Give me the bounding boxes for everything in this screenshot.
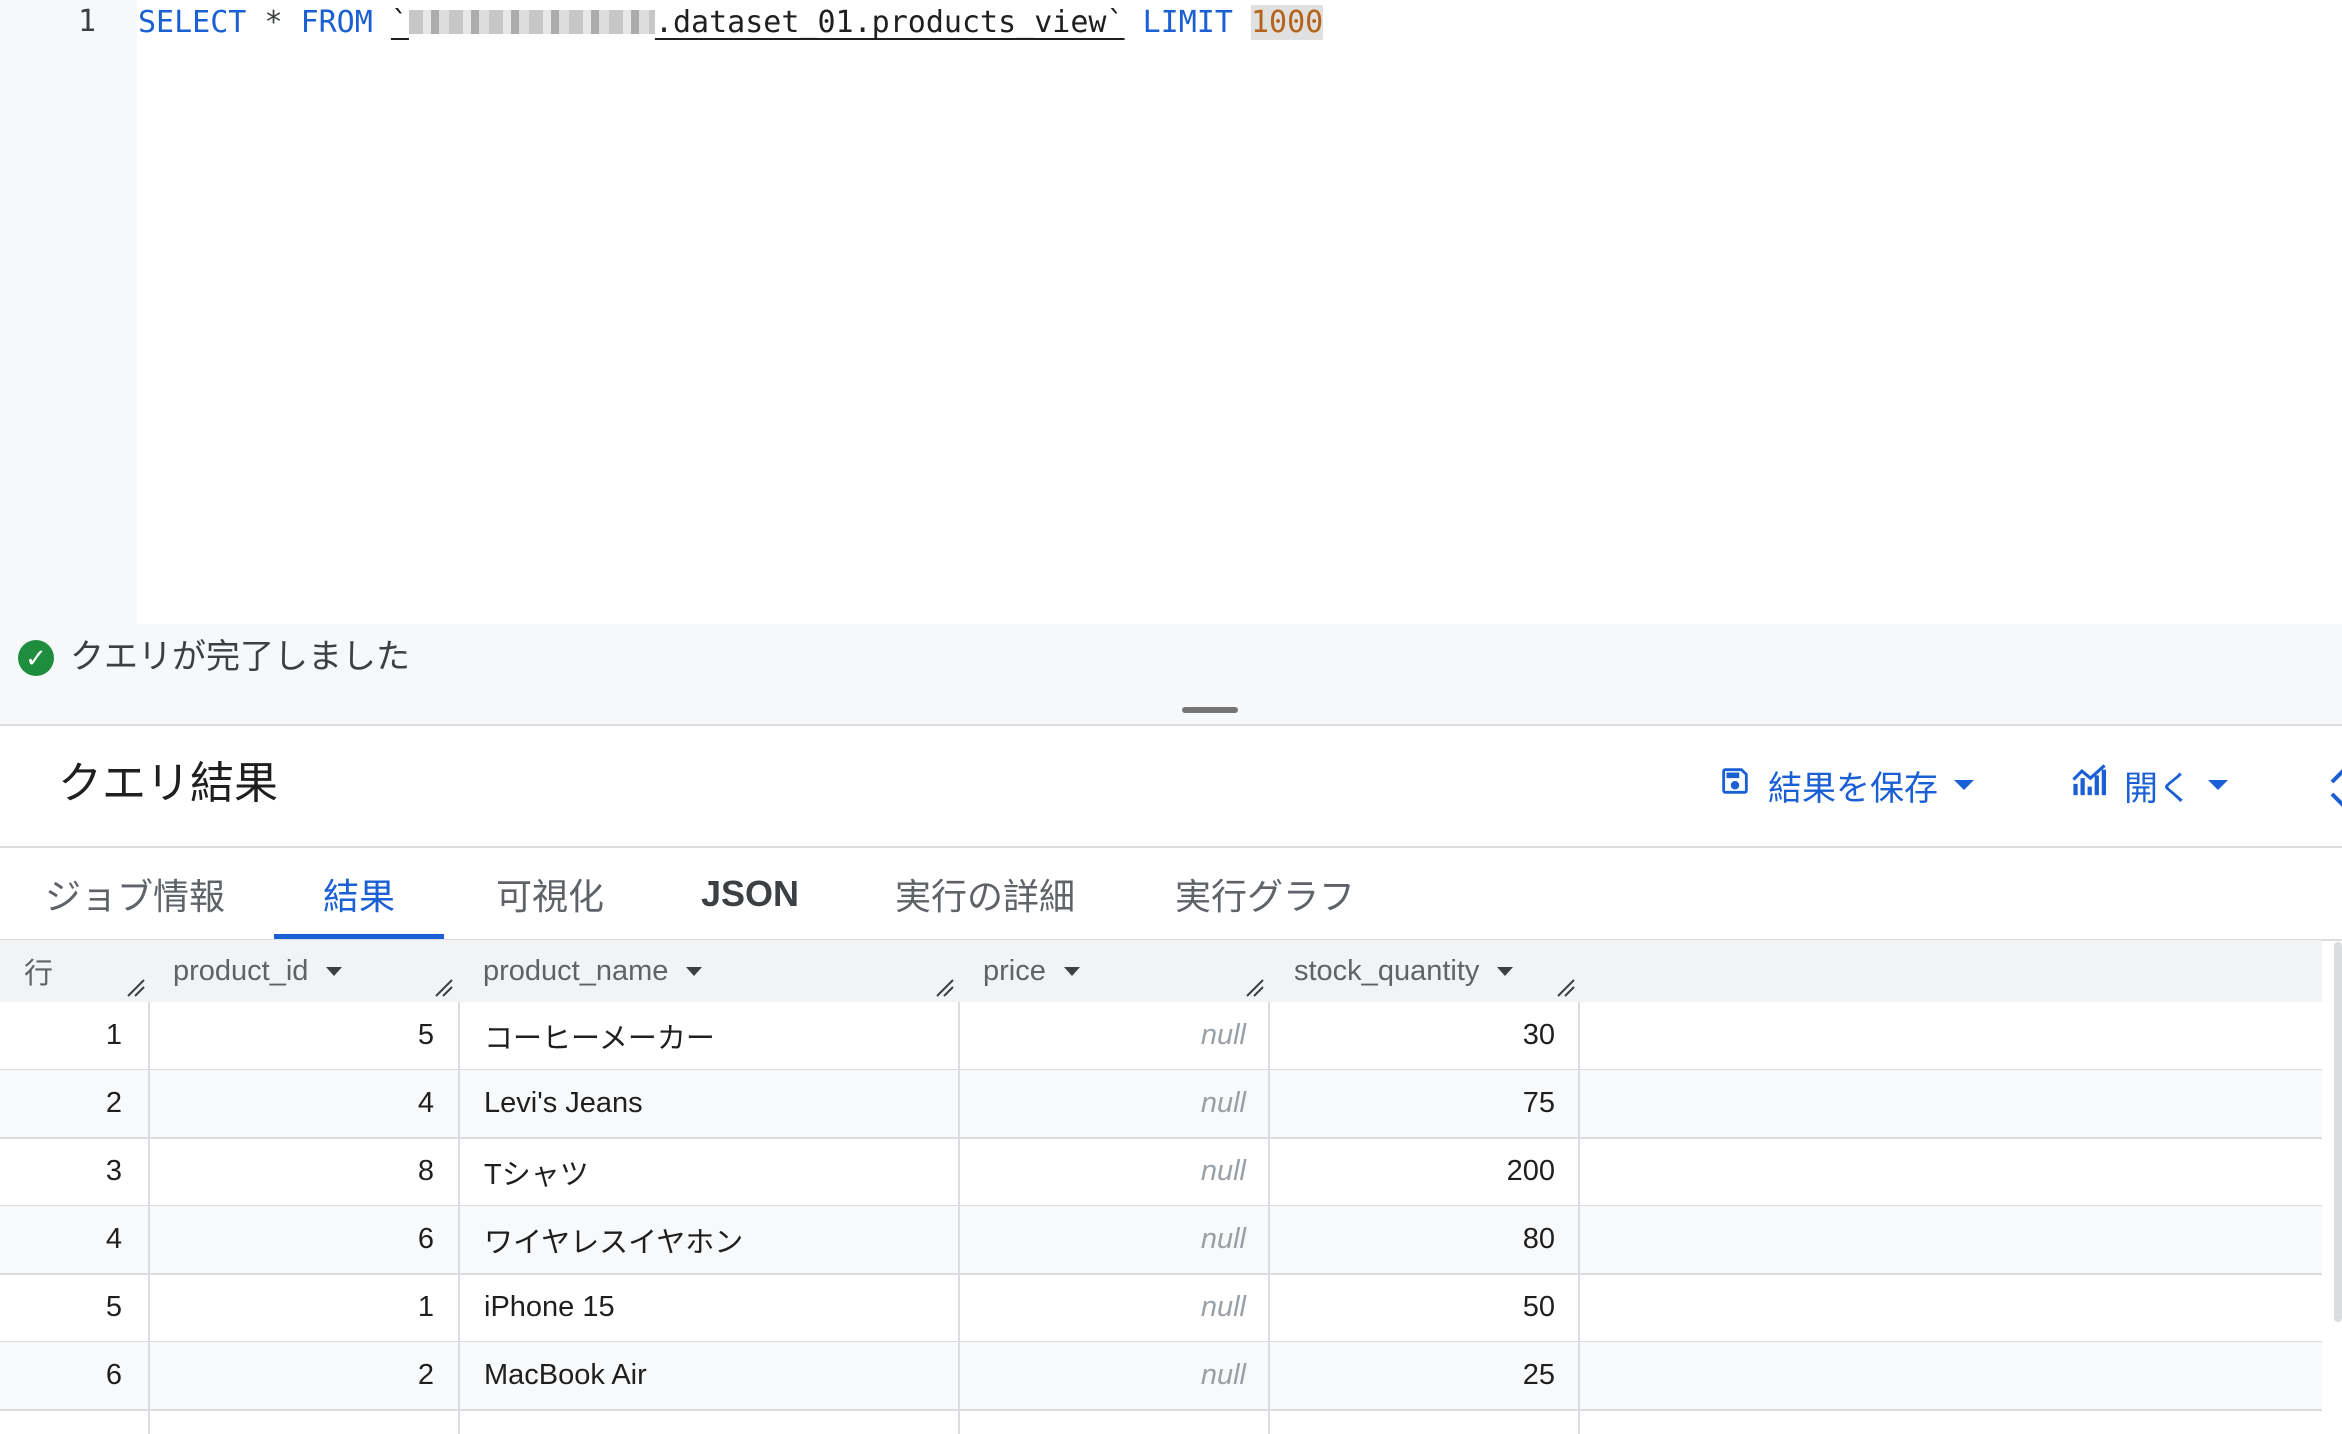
expand-panel-icon[interactable] [2322,766,2342,810]
column-separator [1268,1002,1270,1434]
table-row[interactable]: 6 2 MacBook Air null 25 [0,1342,2322,1411]
save-icon [1718,764,1752,807]
product-name-cell[interactable]: MacBook Air [484,1342,944,1409]
tab-job-info[interactable]: ジョブ情報 [30,850,240,938]
sql-editor[interactable]: 1 SELECT * FROM ` .dataset_01.products_vi… [0,0,2342,624]
line-number: 1 [77,4,96,39]
product-name-cell[interactable]: Tシャツ [484,1138,944,1205]
column-separator [1578,1002,1580,1434]
table-row[interactable]: 4 6 ワイヤレスイヤホン null 80 [0,1206,2322,1275]
divider [0,846,2342,848]
sort-dropdown-icon[interactable] [1063,966,1080,976]
stock-quantity-cell[interactable]: 30 [1270,1002,1555,1069]
keyword-from: FROM [300,5,373,40]
stock-quantity-cell[interactable]: 50 [1270,1274,1555,1341]
product-name-cell[interactable]: Levi's Jeans [484,1070,944,1137]
row-number-cell: 3 [105,1155,122,1187]
column-resize-icon[interactable] [434,978,454,998]
keyword-select: SELECT [138,5,247,40]
price-cell[interactable]: null [960,1070,1246,1137]
product-id-cell[interactable]: 1 [150,1274,434,1341]
stock-quantity-cell[interactable]: 80 [1270,1206,1555,1273]
column-header-price[interactable]: price [983,940,1080,1002]
check-circle-icon: ✓ [18,640,54,676]
table-reference[interactable]: ` .dataset_01.products_view` [391,5,1125,40]
column-separator [458,1002,460,1434]
table-row[interactable]: 1 5 コーヒーメーカー null 30 [0,1002,2322,1071]
keyword-limit: LIMIT [1142,5,1233,40]
column-header-product-name[interactable]: product_name [483,940,703,1002]
table-header [0,940,2322,1002]
sort-dropdown-icon[interactable] [1497,966,1514,976]
save-results-label: 結果を保存 [1768,769,1938,808]
tab-visualization[interactable]: 可視化 [480,850,620,938]
column-separator [148,1002,150,1434]
price-cell[interactable]: null [960,1342,1246,1409]
product-id-cell[interactable]: 4 [150,1070,434,1137]
sort-dropdown-icon[interactable] [686,966,703,976]
product-id-cell[interactable]: 2 [150,1342,434,1409]
row-number-cell: 5 [105,1291,122,1323]
results-tabs: ジョブ情報 結果 可視化 JSON 実行の詳細 実行グラフ [0,850,2342,940]
panel-resize-handle[interactable] [1182,707,1238,713]
tab-json[interactable]: JSON [680,850,820,938]
chart-icon [2070,763,2108,807]
row-number-cell: 1 [105,1019,122,1051]
price-cell[interactable]: null [960,1206,1246,1273]
tab-execution-graph[interactable]: 実行グラフ [1160,850,1370,938]
price-cell[interactable]: null [960,1002,1246,1069]
column-resize-icon[interactable] [935,978,955,998]
row-number-cell: 6 [105,1359,122,1391]
price-cell[interactable]: null [960,1274,1246,1341]
vertical-scrollbar[interactable] [2334,942,2342,1322]
row-number-cell: 4 [105,1223,122,1255]
tab-execution-details[interactable]: 実行の詳細 [880,850,1090,938]
chevron-down-icon [2208,780,2228,790]
column-header-product-id[interactable]: product_id [173,940,343,1002]
save-results-button[interactable]: 結果を保存 [1718,760,1974,810]
query-status-text: クエリが完了しました [70,638,410,676]
results-title: クエリ結果 [58,759,278,808]
product-name-cell[interactable]: ワイヤレスイヤホン [484,1206,944,1273]
divider [0,724,2342,726]
tab-results[interactable]: 結果 [274,850,444,938]
product-id-cell[interactable]: 6 [150,1206,434,1273]
column-separator [958,1002,960,1434]
redacted-project-id [408,10,655,34]
chevron-down-icon [1954,780,1974,790]
column-resize-icon[interactable] [1245,978,1265,998]
column-header-row: 行 [24,958,54,990]
open-button[interactable]: 開く [2070,760,2228,810]
open-label: 開く [2124,769,2192,808]
table-row[interactable]: 5 1 iPhone 15 null 50 [0,1274,2322,1343]
table-row[interactable]: 2 4 Levi's Jeans null 75 [0,1070,2322,1139]
product-name-cell[interactable]: コーヒーメーカー [484,1002,944,1069]
stock-quantity-cell[interactable]: 200 [1270,1138,1555,1205]
stock-quantity-cell[interactable]: 75 [1270,1070,1555,1137]
product-name-cell[interactable]: iPhone 15 [484,1274,944,1341]
star-operator: * [264,5,283,40]
row-number-cell: 2 [105,1087,122,1119]
line-gutter [0,0,137,624]
sql-code-line[interactable]: SELECT * FROM ` .dataset_01.products_view… [138,4,1324,42]
limit-number: 1000 [1250,5,1324,40]
column-resize-icon[interactable] [126,978,146,998]
sort-dropdown-icon[interactable] [326,966,343,976]
price-cell[interactable]: null [960,1138,1246,1205]
stock-quantity-cell[interactable]: 25 [1270,1342,1555,1409]
product-id-cell[interactable]: 8 [150,1138,434,1205]
table-reference-text: .dataset_01.products_view` [654,5,1125,40]
product-id-cell[interactable]: 5 [150,1002,434,1069]
column-resize-icon[interactable] [1556,978,1576,998]
table-row[interactable]: 3 8 Tシャツ null 200 [0,1138,2322,1207]
column-header-stock-quantity[interactable]: stock_quantity [1294,940,1514,1002]
